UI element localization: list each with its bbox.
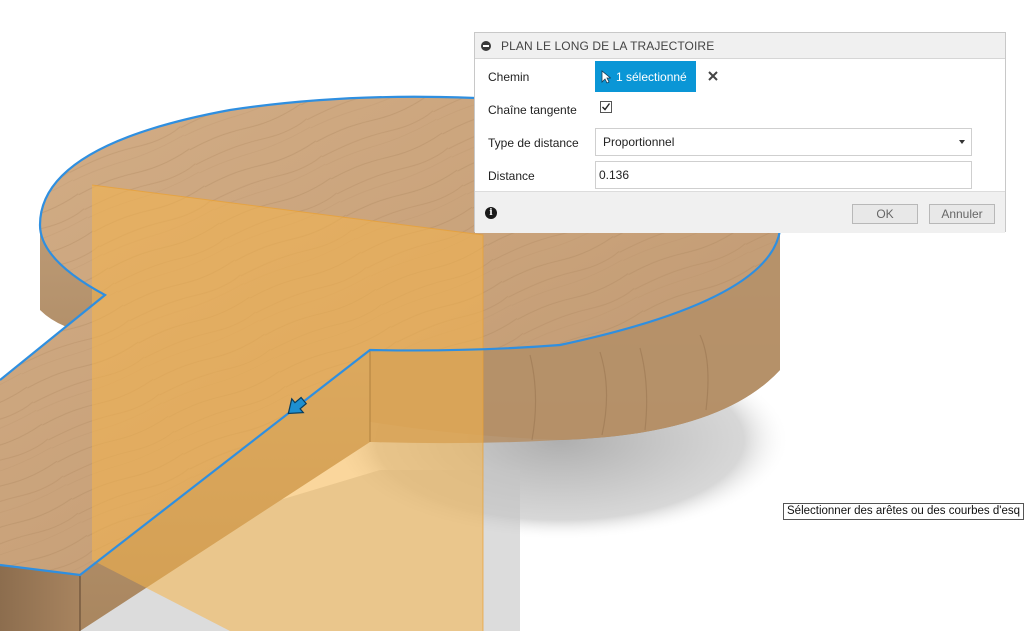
dialog-title: PLAN LE LONG DE LA TRAJECTOIRE: [501, 38, 715, 53]
construction-plane[interactable]: [92, 185, 483, 631]
tooltip: Sélectionner des arêtes ou des courbes d…: [783, 503, 1024, 520]
close-icon[interactable]: [706, 69, 720, 83]
checkmark-icon: [602, 103, 611, 111]
path-selection-label: 1 sélectionné: [616, 69, 687, 84]
distance-type-label: Type de distance: [488, 136, 579, 150]
info-icon[interactable]: i: [485, 207, 497, 219]
chevron-down-icon: [959, 140, 965, 144]
tangent-chain-checkbox[interactable]: [600, 101, 612, 113]
plane-along-path-dialog: PLAN LE LONG DE LA TRAJECTOIRE Chemin 1 …: [474, 32, 1006, 233]
distance-type-value: Proportionnel: [603, 135, 675, 149]
collapse-icon[interactable]: [481, 40, 491, 51]
ok-button[interactable]: OK: [852, 204, 918, 224]
path-selection-button[interactable]: 1 sélectionné: [595, 61, 696, 92]
arrow-cursor-icon: [601, 69, 611, 84]
distance-label: Distance: [488, 169, 535, 183]
distance-input[interactable]: [595, 161, 972, 189]
path-label: Chemin: [488, 70, 530, 84]
dialog-footer: i OK Annuler: [475, 191, 1005, 233]
distance-type-select[interactable]: Proportionnel: [595, 128, 972, 156]
tangent-chain-label: Chaîne tangente: [488, 103, 577, 117]
cancel-button[interactable]: Annuler: [929, 204, 995, 224]
dialog-header: PLAN LE LONG DE LA TRAJECTOIRE: [475, 33, 1005, 59]
